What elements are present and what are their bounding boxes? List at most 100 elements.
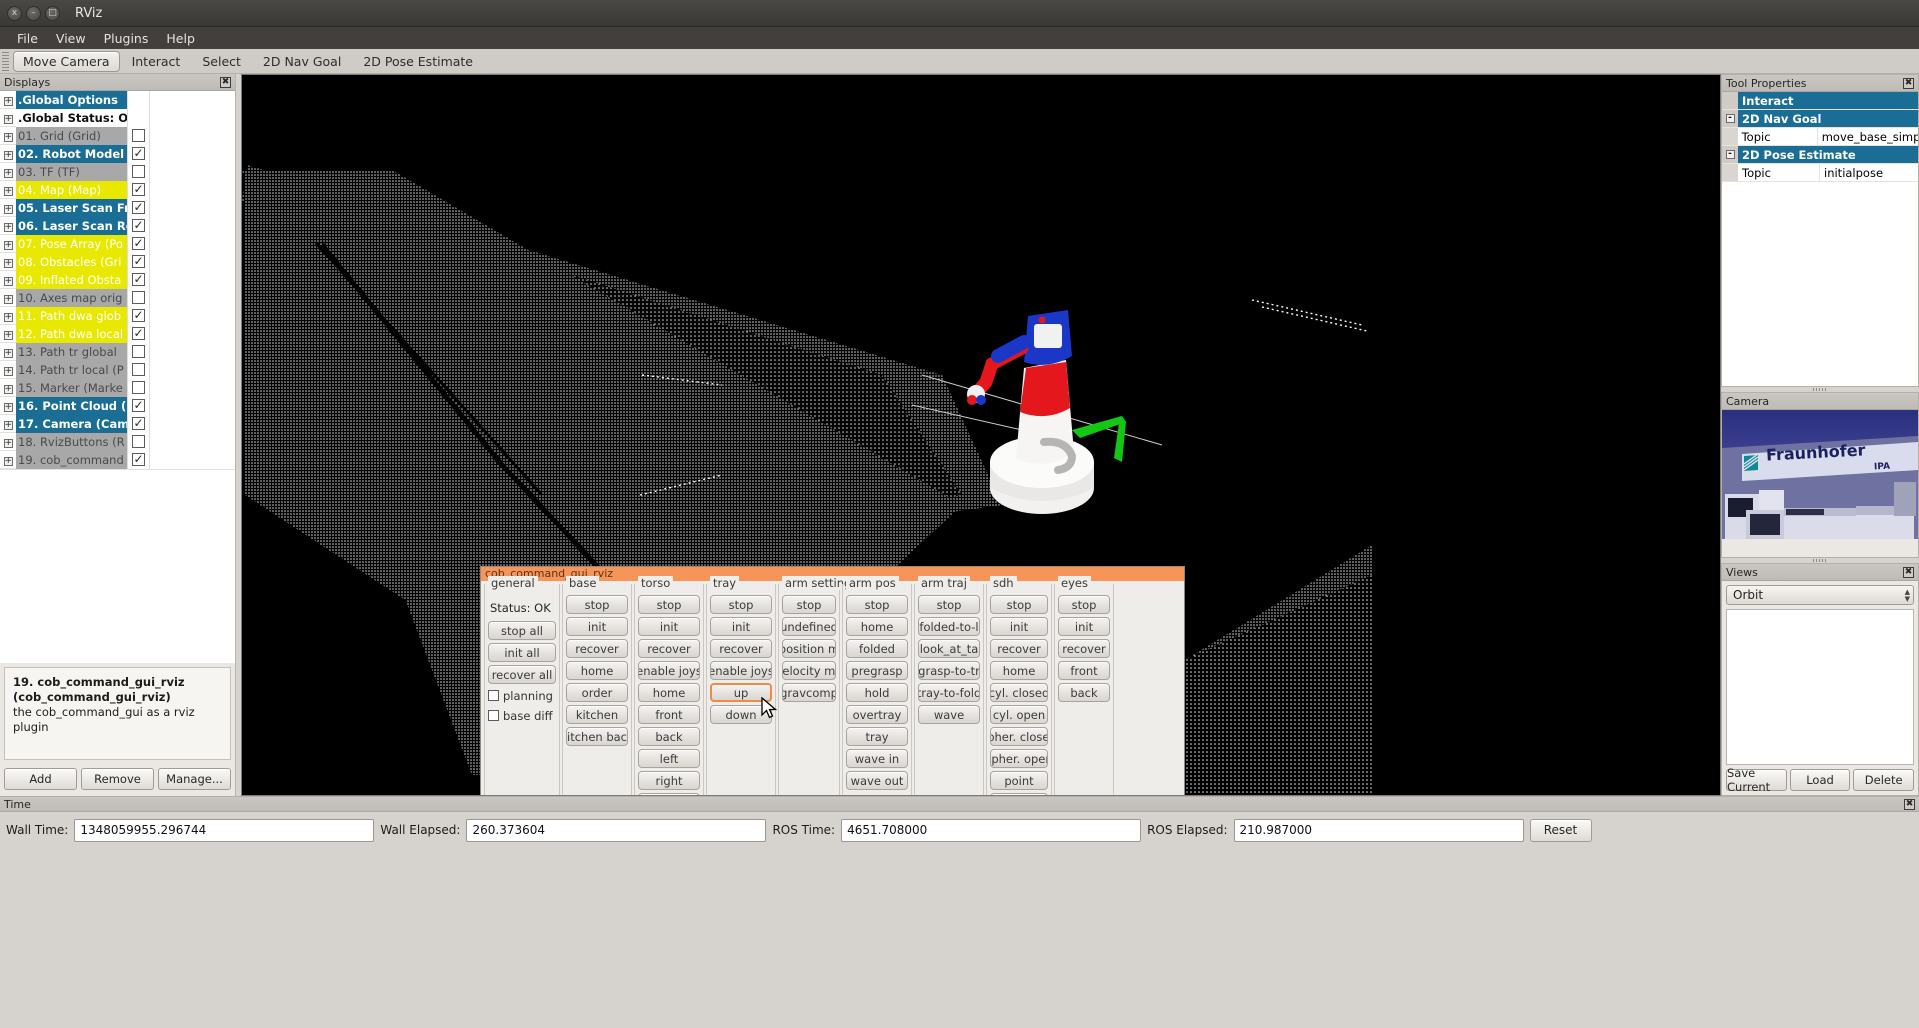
display-enabled-checkbox[interactable] xyxy=(127,342,149,361)
display-enabled-checkbox[interactable]: ✓ xyxy=(127,306,149,325)
cob-checkbox-planning[interactable]: planning xyxy=(488,687,556,704)
minimize-icon[interactable]: – xyxy=(26,5,41,21)
expand-icon[interactable]: + xyxy=(0,453,16,466)
cob-button-undefined[interactable]: undefined xyxy=(782,617,836,636)
display-enabled-checkbox[interactable]: ✓ xyxy=(127,180,149,199)
display-row[interactable]: +06. Laser Scan Re ✓ xyxy=(0,216,235,235)
tool-property-group[interactable]: -2D Nav Goal xyxy=(1722,110,1918,128)
display-enabled-checkbox[interactable]: ✓ xyxy=(127,450,149,469)
saved-views-list[interactable] xyxy=(1726,609,1914,765)
expand-icon[interactable]: + xyxy=(0,345,16,358)
display-row[interactable]: +01. Grid (Grid) xyxy=(0,126,235,145)
save-current-view-button[interactable]: Save Current xyxy=(1726,766,1787,794)
cob-button-stop[interactable]: stop xyxy=(846,595,908,614)
tool-property-row[interactable]: Topic move_base_simp xyxy=(1722,128,1918,146)
view-type-select[interactable]: Orbit ▲ ▼ xyxy=(1726,585,1914,605)
expand-icon[interactable]: + xyxy=(0,237,16,250)
cob-button-right[interactable]: right xyxy=(638,771,700,790)
cob-button-stop[interactable]: stop xyxy=(710,595,772,614)
cob-button-shake[interactable]: shake xyxy=(638,793,700,795)
expand-icon[interactable]: + xyxy=(0,165,16,178)
cob-button-wave-out[interactable]: wave out xyxy=(846,771,908,790)
expand-icon[interactable]: + xyxy=(0,255,16,268)
cob-button-recover[interactable]: recover xyxy=(638,639,700,658)
expand-icon[interactable]: + xyxy=(0,129,16,142)
cob-button-down[interactable]: down xyxy=(710,705,772,724)
cob-button-init-all[interactable]: init all xyxy=(488,643,556,662)
render-view-3d[interactable]: cob_command_gui_rviz general Status: OK st… xyxy=(241,74,1721,796)
expand-icon[interactable]: + xyxy=(0,201,16,214)
display-row[interactable]: +18. RvizButtons (R xyxy=(0,432,235,451)
expand-icon[interactable]: + xyxy=(0,435,16,448)
display-row[interactable]: +16. Point Cloud (✓ xyxy=(0,396,235,415)
remove-display-button[interactable]: Remove xyxy=(81,768,154,790)
collapse-icon[interactable]: - xyxy=(1722,146,1738,163)
collapse-icon[interactable]: - xyxy=(1722,110,1738,127)
close-icon[interactable]: ✖ xyxy=(1904,798,1915,810)
display-enabled-checkbox[interactable] xyxy=(127,288,149,307)
cob-button-hold[interactable]: hold xyxy=(846,683,908,702)
cob-button-fist[interactable]: fist xyxy=(990,793,1048,795)
cob-button-enable-joys[interactable]: enable joys xyxy=(710,661,772,680)
display-enabled-checkbox[interactable] xyxy=(127,378,149,397)
tool-property-value[interactable]: move_base_simp xyxy=(1818,128,1918,145)
display-enabled-checkbox[interactable]: ✓ xyxy=(127,216,149,235)
tool-property-value[interactable]: initialpose xyxy=(1820,164,1918,181)
cob-button-folded-to-l[interactable]: folded-to-l xyxy=(918,617,980,636)
display-enabled-checkbox[interactable]: ✓ xyxy=(127,414,149,433)
display-enabled-checkbox[interactable]: ✓ xyxy=(127,198,149,217)
close-icon[interactable]: ✖ xyxy=(1903,77,1914,89)
expand-icon[interactable]: + xyxy=(0,111,16,124)
cob-button-stop[interactable]: stop xyxy=(918,595,980,614)
display-row[interactable]: +17. Camera (Cam ✓ xyxy=(0,414,235,433)
cob-button-enable-joys[interactable]: enable joys xyxy=(638,661,700,680)
checkbox-icon[interactable] xyxy=(488,690,499,701)
display-row[interactable]: +11. Path dwa glob ✓ xyxy=(0,306,235,325)
tool-interact[interactable]: Interact xyxy=(122,51,191,72)
expand-icon[interactable]: + xyxy=(0,219,16,232)
cob-button-stop[interactable]: stop xyxy=(566,595,628,614)
wall-time-input[interactable]: 1348059955.296744 xyxy=(74,818,375,842)
cob-button-stop[interactable]: stop xyxy=(782,595,836,614)
display-enabled-checkbox[interactable]: ✓ xyxy=(127,252,149,271)
display-enabled-checkbox[interactable] xyxy=(127,126,149,145)
tool-property-group[interactable]: Interact xyxy=(1722,92,1918,110)
cob-command-gui-panel[interactable]: cob_command_gui_rviz general Status: OK st… xyxy=(480,566,1185,795)
cob-button-cyl-open[interactable]: cyl. open xyxy=(990,705,1048,724)
display-enabled-checkbox[interactable] xyxy=(127,432,149,451)
cob-button-spher-closed[interactable]: spher. closed xyxy=(990,727,1048,746)
cob-button-order[interactable]: order xyxy=(566,683,628,702)
ros-elapsed-input[interactable]: 210.987000 xyxy=(1233,818,1524,842)
display-row[interactable]: +02. Robot Model ✓ xyxy=(0,144,235,163)
display-enabled-checkbox[interactable]: ✓ xyxy=(127,144,149,163)
cob-button-pregrasp[interactable]: pregrasp xyxy=(846,661,908,680)
expand-icon[interactable]: + xyxy=(0,93,16,106)
expand-icon[interactable]: + xyxy=(0,309,16,322)
display-row[interactable]: +15. Marker (Marke xyxy=(0,378,235,397)
reset-time-button[interactable]: Reset xyxy=(1529,818,1592,842)
expand-icon[interactable]: + xyxy=(0,363,16,376)
cob-button-front[interactable]: front xyxy=(638,705,700,724)
cob-button-look-at-ta[interactable]: look_at_ta xyxy=(918,639,980,658)
cob-button-grasp-to-tr[interactable]: grasp-to-tr xyxy=(918,661,980,680)
close-icon[interactable]: ✖ xyxy=(1903,566,1914,578)
tool-property-row[interactable]: Topic initialpose xyxy=(1722,164,1918,182)
expand-icon[interactable]: + xyxy=(0,327,16,340)
cob-button-stop[interactable]: stop xyxy=(1058,595,1110,614)
display-row[interactable]: +13. Path tr global xyxy=(0,342,235,361)
cob-button-gravcomp[interactable]: gravcomp xyxy=(782,683,836,702)
display-enabled-checkbox[interactable]: ✓ xyxy=(127,324,149,343)
display-row[interactable]: + .Global Options xyxy=(0,90,235,109)
manage-displays-button[interactable]: Manage... xyxy=(158,768,231,790)
cob-button-home[interactable]: home xyxy=(846,617,908,636)
display-enabled-checkbox[interactable] xyxy=(127,162,149,181)
cob-button-point[interactable]: point xyxy=(990,771,1048,790)
menu-file[interactable]: File xyxy=(8,29,47,48)
display-enabled-checkbox[interactable]: ✓ xyxy=(127,396,149,415)
tool-property-group[interactable]: -2D Pose Estimate xyxy=(1722,146,1918,164)
expand-icon[interactable]: + xyxy=(0,183,16,196)
ros-time-input[interactable]: 4651.708000 xyxy=(841,818,1142,842)
cob-button-wave[interactable]: wave xyxy=(918,705,980,724)
expand-icon[interactable]: + xyxy=(0,417,16,430)
cob-button-init[interactable]: init xyxy=(638,617,700,636)
